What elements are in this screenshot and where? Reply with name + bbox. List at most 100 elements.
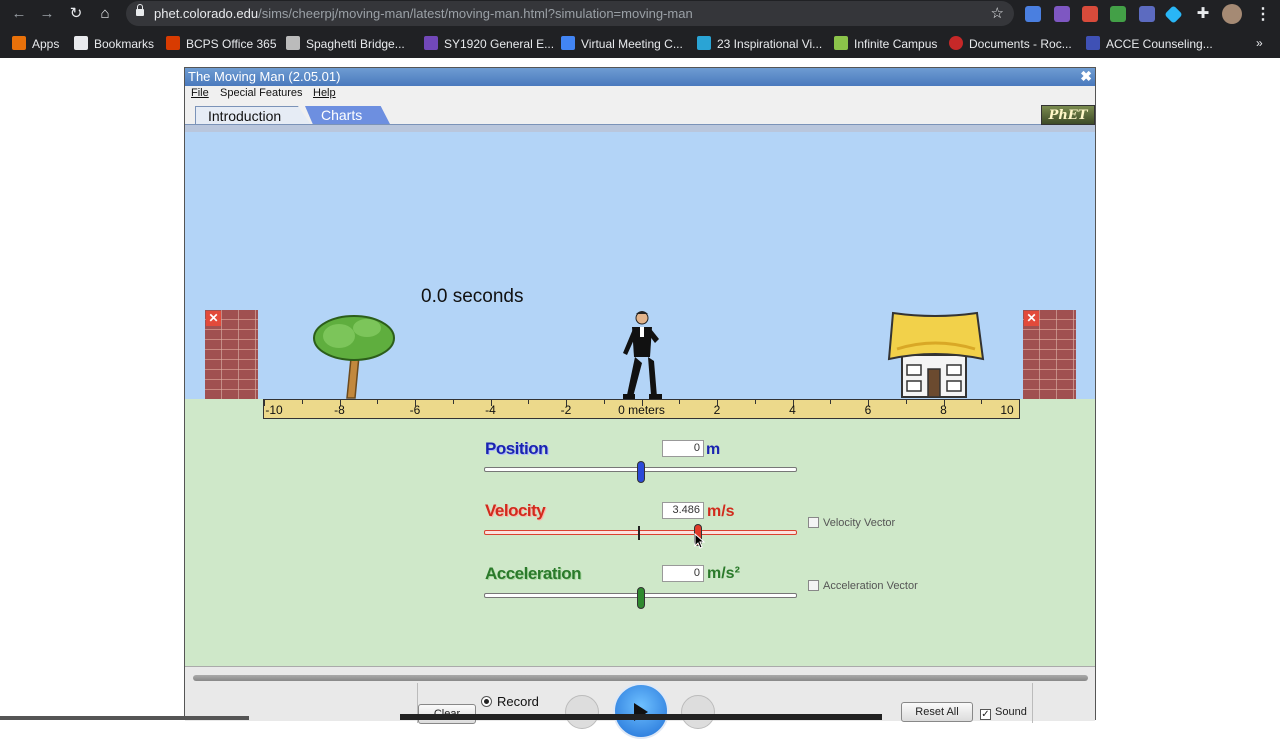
position-unit: m [706, 441, 721, 458]
translate-extension-icon[interactable] [1025, 6, 1041, 22]
bookmark-item[interactable]: BCPS Office 365 [166, 36, 277, 52]
home-icon[interactable]: ⌂ [95, 4, 115, 24]
phet-logo: PhET [1041, 105, 1095, 125]
menu-help[interactable]: Help [313, 87, 336, 99]
checkbox-box[interactable] [808, 517, 819, 528]
bridge-icon [286, 36, 300, 50]
bookmark-star-icon[interactable]: ☆ [991, 4, 1004, 22]
house-icon [887, 311, 985, 398]
bookmarks-bar: Apps Bookmarks BCPS Office 365 Spaghetti… [0, 30, 1280, 56]
bookmarks-overflow[interactable]: » [1256, 36, 1263, 50]
url-text: phet.colorado.edu/sims/cheerpj/moving-ma… [154, 6, 693, 21]
campus-icon [834, 36, 848, 50]
ruler-label: 0 meters [618, 403, 665, 417]
ruler-label: -8 [334, 403, 345, 417]
ruler-tick [453, 400, 454, 404]
ruler-label: 2 [713, 403, 721, 417]
back-icon[interactable]: ← [9, 4, 29, 24]
office-icon [166, 36, 180, 50]
ruler-tick [377, 400, 378, 404]
position-ruler: -10 -8 -6 -4 -2 0 meters 2 4 6 8 10 [263, 399, 1020, 419]
bookmark-apps[interactable]: Apps [12, 36, 59, 52]
pdf-extension-icon[interactable] [1139, 6, 1155, 22]
ruler-tick [830, 400, 831, 404]
acceleration-unit: m/s² [707, 565, 740, 582]
ruler-label: 8 [940, 403, 947, 417]
sound-checkbox[interactable]: ✓ Sound [980, 706, 1027, 720]
bookmark-item[interactable]: SY1920 General E... [424, 36, 554, 52]
moving-man-figure[interactable] [615, 309, 663, 401]
radio-dot[interactable] [481, 696, 492, 707]
extension-icon[interactable] [1164, 5, 1183, 24]
sim-menubar: File Special Features Help [185, 86, 1095, 103]
reload-icon[interactable]: ↻ [66, 4, 86, 24]
screen-overlay-bar [400, 714, 882, 720]
ruler-label: -6 [409, 403, 421, 417]
extension-icon[interactable] [1054, 6, 1070, 22]
close-icon[interactable]: ✖ [1080, 68, 1092, 85]
ruler-label: 4 [789, 403, 796, 417]
forward-icon[interactable]: → [37, 4, 57, 24]
position-label: Position [485, 439, 549, 458]
bookmark-item[interactable]: Virtual Meeting C... [561, 36, 683, 52]
counseling-icon [1086, 36, 1100, 50]
velocity-input[interactable]: 3.486 [662, 502, 704, 519]
menu-special-features[interactable]: Special Features [220, 87, 303, 99]
bookmark-item[interactable]: Infinite Campus [834, 36, 937, 52]
menu-file[interactable]: File [191, 87, 209, 99]
profile-avatar[interactable] [1222, 4, 1242, 24]
acceleration-label: Acceleration [485, 564, 582, 583]
screen-overlay-bar [0, 716, 249, 720]
rewind-button[interactable] [565, 695, 599, 729]
ruler-tick [302, 400, 303, 404]
close-wall-icon[interactable]: ✕ [1024, 311, 1039, 326]
tab-divider [185, 124, 1095, 132]
checkbox-box[interactable] [808, 580, 819, 591]
ruler-label: -4 [485, 403, 496, 417]
puzzle-extensions-icon[interactable]: ✚ [1193, 4, 1213, 24]
bookmark-folder[interactable]: Bookmarks [74, 36, 154, 52]
velocity-vector-checkbox[interactable]: Velocity Vector [808, 517, 895, 529]
extension-icon[interactable] [1082, 6, 1098, 22]
bookmark-item[interactable]: 23 Inspirational Vi... [697, 36, 822, 52]
bookmark-item[interactable]: ACCE Counseling... [1086, 36, 1213, 52]
ruler-label: -10 [265, 403, 283, 417]
check-icon[interactable]: ✓ [980, 709, 991, 720]
bookmark-item[interactable]: Documents - Roc... [949, 36, 1072, 52]
sim-title: The Moving Man (2.05.01) [188, 69, 341, 84]
velocity-slider-track[interactable] [484, 530, 797, 535]
playback-panel: Clear Record Reset All ✓Sound [185, 666, 1095, 739]
bookmark-item[interactable]: Spaghetti Bridge... [286, 36, 405, 52]
forms-icon [424, 36, 438, 50]
tab-charts[interactable]: Charts [305, 106, 391, 126]
acceleration-input[interactable]: 0 [662, 565, 704, 582]
address-bar[interactable]: phet.colorado.edu/sims/cheerpj/moving-ma… [126, 1, 1014, 26]
playback-timeline[interactable] [193, 675, 1088, 681]
mouse-cursor-icon [694, 533, 706, 549]
close-wall-icon[interactable]: ✕ [206, 311, 221, 326]
record-radio[interactable]: Record [481, 694, 539, 709]
browser-toolbar: ← → ↻ ⌂ phet.colorado.edu/sims/cheerpj/m… [0, 0, 1280, 28]
ruler-tick [679, 400, 680, 404]
ruler-tick [755, 400, 756, 404]
docs-icon [561, 36, 575, 50]
sim-window: The Moving Man (2.05.01) ✖ File Special … [184, 67, 1096, 739]
kebab-menu-icon[interactable]: ⋮ [1255, 4, 1271, 24]
video-icon [697, 36, 711, 50]
ruler-tick [981, 400, 982, 404]
acceleration-vector-checkbox[interactable]: Acceleration Vector [808, 580, 918, 592]
position-input[interactable]: 0 [662, 440, 704, 457]
ruler-label: 10 [1000, 403, 1014, 417]
ruler-tick [604, 400, 605, 404]
apps-grid-icon [12, 36, 26, 50]
tree-icon [313, 315, 395, 399]
ruler-label: 6 [864, 403, 872, 417]
extension-icon[interactable] [1110, 6, 1126, 22]
acceleration-slider-knob[interactable] [637, 587, 645, 609]
ruler-tick [906, 400, 907, 404]
documents-icon [949, 36, 963, 50]
reset-all-button[interactable]: Reset All [901, 702, 973, 722]
step-button[interactable] [681, 695, 715, 729]
tab-introduction[interactable]: Introduction [195, 106, 312, 126]
position-slider-knob[interactable] [637, 461, 645, 483]
